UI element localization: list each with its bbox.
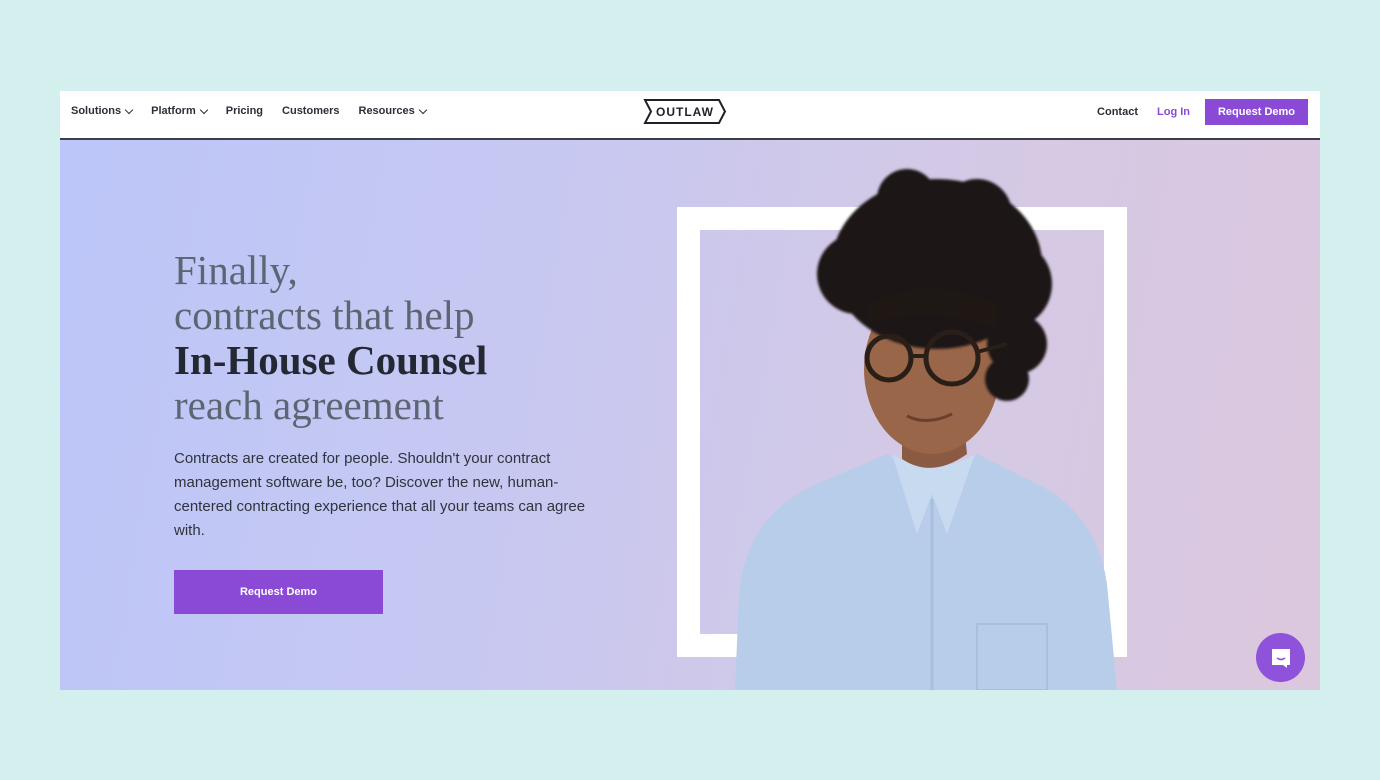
browser-viewport: Solutions Platform Pricing Customers Res… [60,91,1320,690]
headline-line: contracts that help [174,292,475,338]
person-photo [735,169,1117,690]
hero-section: Finally, contracts that help In-House Co… [60,140,1320,690]
nav-item-label: Solutions [71,105,122,117]
headline-line: reach agreement [174,382,444,428]
nav-item-solutions[interactable]: Solutions [71,105,134,117]
nav-item-customers[interactable]: Customers [282,105,339,117]
chat-widget-button[interactable] [1256,633,1305,682]
nav-menu: Solutions Platform Pricing Customers Res… [71,91,445,131]
login-link[interactable]: Log In [1157,106,1190,118]
nav-item-label: Customers [282,105,340,117]
nav-item-platform[interactable]: Platform [151,105,208,117]
nav-item-label: Platform [151,105,196,117]
top-navigation: Solutions Platform Pricing Customers Res… [60,91,1320,140]
outlaw-logo[interactable]: OUTLAW [643,98,727,125]
nav-item-label: Resources [358,105,415,117]
chevron-down-icon [418,105,428,114]
headline-line: Finally, [174,247,298,293]
nav-item-pricing[interactable]: Pricing [226,105,263,117]
hero-description: Contracts are created for people. Should… [174,450,586,539]
hero-image [677,154,1197,690]
headline-emphasis: In-House Counsel [174,337,488,383]
logo-banner-icon: OUTLAW [643,99,727,124]
nav-item-label: Pricing [225,105,264,117]
chat-bubble-icon [1271,648,1290,668]
nav-request-demo-button[interactable]: Request Demo [1205,98,1308,125]
contact-link[interactable]: Contact [1097,106,1138,118]
nav-actions: Contact Log In Request Demo [1097,98,1308,125]
nav-item-resources[interactable]: Resources [358,105,428,117]
hero-headline: Finally, contracts that help In-House Co… [174,248,487,428]
hero-request-demo-button[interactable]: Request Demo [174,570,383,614]
chevron-down-icon [124,105,134,114]
chevron-down-icon [199,105,208,114]
logo-text: OUTLAW [656,105,714,119]
